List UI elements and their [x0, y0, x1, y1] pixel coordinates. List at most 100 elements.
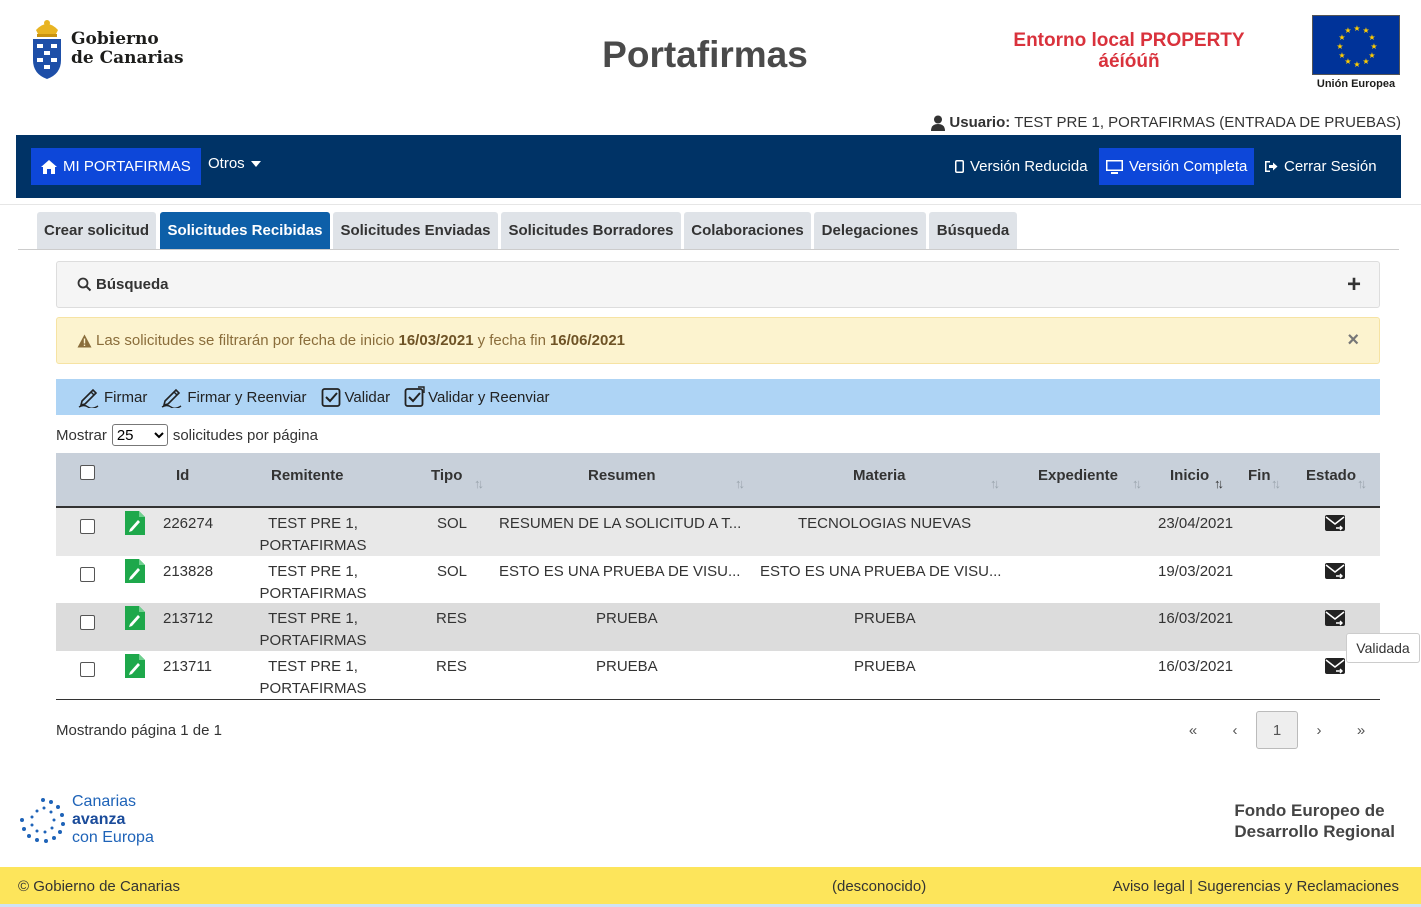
caret-down-icon [250, 160, 261, 167]
pagination-next[interactable]: › [1298, 711, 1340, 749]
edit-document-icon[interactable] [124, 558, 146, 584]
user-label: Usuario: [949, 114, 1011, 131]
table-row[interactable]: 226274 TEST PRE 1, PORTAFIRMAS SOL RESUM… [56, 508, 1380, 556]
row-subject: TECNOLOGIAS NUEVAS [798, 515, 972, 532]
header-start[interactable]: Inicio [1170, 467, 1209, 484]
nav-reduced-label: Versión Reducida [970, 158, 1088, 175]
tab-colaboraciones[interactable]: Colaboraciones [684, 212, 811, 249]
tab-busqueda[interactable]: Búsqueda [929, 212, 1017, 249]
expand-plus-icon[interactable]: + [1347, 271, 1361, 299]
envelope-forward-icon[interactable] [1324, 655, 1346, 677]
header-sender[interactable]: Remitente [271, 467, 344, 484]
sort-icon[interactable]: ↑↓ [990, 476, 1000, 491]
table-row[interactable]: 213828 TEST PRE 1, PORTAFIRMAS SOL ESTO … [56, 556, 1380, 604]
feder-line-1: Fondo Europeo de [1234, 801, 1385, 820]
svg-text:★: ★ [1336, 42, 1343, 51]
sort-icon[interactable]: ↑↓ [735, 476, 745, 491]
row-type: RES [436, 610, 467, 627]
row-checkbox[interactable] [80, 519, 95, 534]
header-end[interactable]: Fin [1248, 467, 1271, 484]
nav-others-dropdown[interactable]: Otros [198, 145, 277, 182]
sort-icon[interactable]: ↑↓ [1357, 476, 1367, 491]
svg-text:★: ★ [1362, 57, 1369, 66]
sign-button[interactable]: Firmar [78, 386, 147, 408]
table-row[interactable]: 213712 TEST PRE 1, PORTAFIRMAS RES PRUEB… [56, 603, 1380, 651]
tab-solicitudes-borradores[interactable]: Solicitudes Borradores [501, 212, 681, 249]
date-filter-alert: Las solicitudes se filtrarán por fecha d… [56, 317, 1380, 364]
row-start: 23/04/2021 [1158, 515, 1234, 532]
row-checkbox[interactable] [80, 567, 95, 582]
row-summary: PRUEBA [596, 658, 658, 675]
tab-solicitudes-enviadas[interactable]: Solicitudes Enviadas [333, 212, 498, 249]
cae-line-1: Canarias [72, 793, 137, 810]
footer-links[interactable]: Aviso legal | Sugerencias y Reclamacione… [1113, 878, 1399, 895]
nav-logout-button[interactable]: Cerrar Sesión [1254, 148, 1387, 185]
row-start: 19/03/2021 [1158, 563, 1234, 580]
footer-copyright: © Gobierno de Canarias [18, 878, 180, 895]
envelope-forward-icon[interactable] [1324, 512, 1346, 534]
status-tooltip: Validada [1346, 633, 1420, 663]
header-subject[interactable]: Materia [853, 467, 906, 484]
sort-desc-icon[interactable]: ↑↓ [1214, 476, 1224, 491]
page-size-select[interactable]: 25 [111, 424, 168, 446]
pagination-info: Mostrando página 1 de 1 [56, 722, 222, 739]
eu-logo: ★ ★ ★ ★ ★ ★ ★ ★ ★ ★ ★ ★ Unión Europea [1312, 15, 1400, 90]
envelope-forward-icon[interactable] [1324, 607, 1346, 629]
pagination-page[interactable]: 1 [1256, 711, 1298, 749]
canarias-avanza-swirl-icon [20, 798, 65, 843]
edit-document-icon[interactable] [124, 605, 146, 631]
alert-close-button[interactable]: × [1347, 329, 1359, 352]
header-file[interactable]: Expediente [1038, 467, 1118, 484]
row-checkbox[interactable] [80, 662, 95, 677]
row-sender: TEST PRE 1, PORTAFIRMAS [259, 608, 367, 652]
tab-delegaciones[interactable]: Delegaciones [814, 212, 926, 249]
row-subject: ESTO ES UNA PRUEBA DE VISU... [760, 563, 1002, 580]
user-info: Usuario: TEST PRE 1, PORTAFIRMAS (ENTRAD… [931, 114, 1401, 131]
header: Gobierno de Canarias Portafirmas Entorno… [0, 0, 1421, 135]
nav-home-button[interactable]: MI PORTAFIRMAS [31, 148, 201, 185]
table-header: Id Remitente Tipo ↑↓ Resumen ↑↓ Materia … [56, 453, 1380, 508]
nav-home-label: MI PORTAFIRMAS [63, 158, 191, 175]
sign-label: Firmar [104, 388, 148, 406]
row-sender-line1: TEST PRE 1, [268, 563, 358, 580]
sort-icon[interactable]: ↑↓ [474, 476, 484, 491]
alert-middle: y fecha fin [477, 332, 546, 349]
alert-end-date: 16/06/2021 [549, 332, 626, 349]
nav-full-version[interactable]: Versión Completa [1099, 148, 1255, 185]
canarias-avanza-text: Canarias avanza con Europa [72, 793, 154, 847]
tab-crear-solicitud[interactable]: Crear solicitud [37, 212, 156, 249]
eu-flag-icon: ★ ★ ★ ★ ★ ★ ★ ★ ★ ★ ★ ★ [1312, 15, 1400, 75]
pagination-first[interactable]: « [1172, 711, 1214, 749]
edit-document-icon[interactable] [124, 510, 146, 536]
page-title: Portafirmas [602, 34, 808, 75]
pagination-last[interactable]: » [1340, 711, 1382, 749]
table-bottom-border [56, 699, 1380, 700]
user-value: TEST PRE 1, PORTAFIRMAS (ENTRADA DE PRUE… [1014, 114, 1401, 131]
select-all-checkbox[interactable] [80, 465, 95, 480]
header-status[interactable]: Estado [1306, 467, 1356, 484]
sort-icon[interactable]: ↑↓ [1271, 476, 1281, 491]
gobierno-canarias-logo[interactable]: Gobierno de Canarias [28, 14, 188, 84]
header-summary[interactable]: Resumen [588, 467, 656, 484]
sign-forward-button[interactable]: Firmar y Reenviar [161, 386, 307, 408]
table-row[interactable]: 213711 TEST PRE 1, PORTAFIRMAS RES PRUEB… [56, 651, 1380, 699]
sign-forward-label: Firmar y Reenviar [187, 388, 307, 406]
validate-button[interactable]: Validar [321, 386, 390, 408]
feder-label: Fondo Europeo de Desarrollo Regional [1234, 800, 1395, 842]
edit-document-icon[interactable] [124, 653, 146, 679]
row-id: 213828 [163, 563, 214, 580]
row-checkbox[interactable] [80, 615, 95, 630]
nav-reduced-version[interactable]: Versión Reducida [949, 148, 1094, 185]
envelope-forward-icon[interactable] [1324, 560, 1346, 582]
header-type[interactable]: Tipo [431, 467, 462, 484]
sort-icon[interactable]: ↑↓ [1132, 476, 1142, 491]
row-sender-line1: TEST PRE 1, [268, 515, 358, 532]
row-subject: PRUEBA [854, 658, 916, 675]
svg-text:★: ★ [1368, 33, 1375, 42]
search-panel-header[interactable]: Búsqueda + [56, 261, 1380, 308]
validate-forward-button[interactable]: Validar y Reenviar [404, 386, 550, 408]
pagination-prev[interactable]: ‹ [1214, 711, 1256, 749]
row-start: 16/03/2021 [1158, 658, 1234, 675]
header-id[interactable]: Id [176, 467, 189, 484]
tab-solicitudes-recibidas[interactable]: Solicitudes Recibidas [160, 212, 330, 249]
